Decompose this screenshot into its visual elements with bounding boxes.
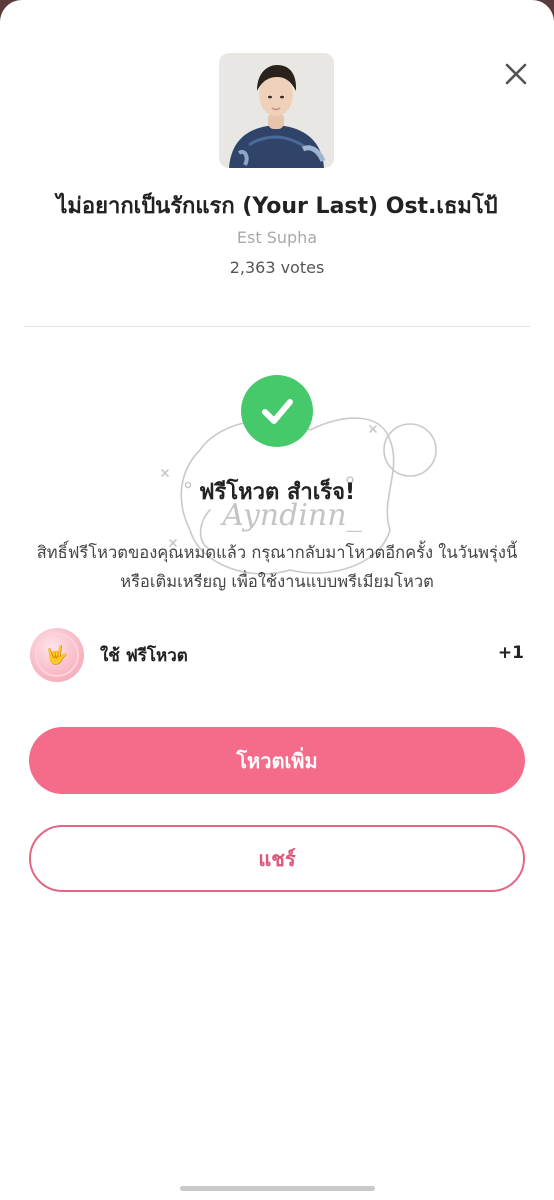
close-icon <box>505 63 527 85</box>
vote-result-sheet: ไม่อยากเป็นรักแรก (Your Last) Ost.เธมโป้… <box>0 0 554 1200</box>
divider <box>24 326 530 327</box>
success-description: สิทธิ์ฟรีโหวตของคุณหมดแล้ว กรุณากลับมาโห… <box>36 543 518 591</box>
close-button[interactable] <box>496 54 536 94</box>
share-button[interactable]: แชร์ <box>29 825 525 892</box>
home-indicator[interactable] <box>180 1186 375 1191</box>
coin-icon: 🤟 <box>30 628 84 682</box>
song-title: ไม่อยากเป็นรักแรก (Your Last) Ost.เธมโป้ <box>56 194 498 219</box>
check-circle-icon <box>241 375 313 447</box>
artist-name: Est Supha <box>236 228 318 247</box>
success-title: ฟรีโหวต สำเร็จ! <box>198 480 356 505</box>
free-vote-label: ใช้ ฟรีโหวต <box>100 646 188 666</box>
vote-count: 2,363 votes <box>229 258 325 277</box>
vote-more-button[interactable]: โหวตเพิ่ม <box>29 727 525 794</box>
song-cover-image <box>219 53 334 168</box>
free-vote-count: +1 <box>497 643 524 663</box>
